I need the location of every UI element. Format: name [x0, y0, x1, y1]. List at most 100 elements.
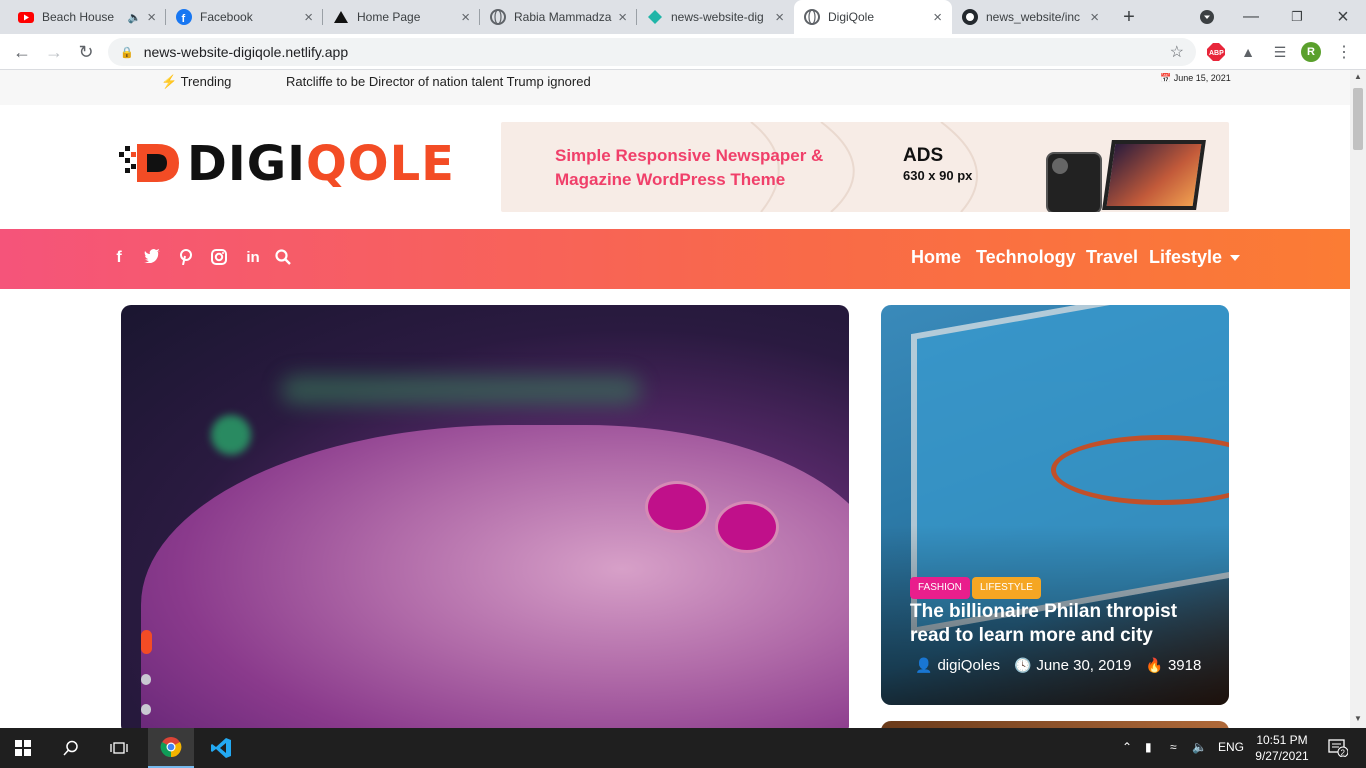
nav-technology[interactable]: Technology: [976, 247, 1076, 268]
tab-label: Beach House: [42, 10, 115, 24]
tab-search-icon[interactable]: [1196, 0, 1218, 34]
nav-home[interactable]: Home: [911, 247, 961, 268]
scroll-down-icon[interactable]: ▼: [1354, 714, 1362, 723]
slider-dot-active[interactable]: [141, 630, 152, 654]
category-badge-fashion[interactable]: Fashion: [910, 577, 970, 599]
bolt-icon: ⚡: [161, 74, 178, 89]
tab-rabia[interactable]: Rabia Mammadza ×: [480, 0, 637, 34]
scroll-up-icon[interactable]: ▲: [1354, 72, 1362, 81]
speaker-icon[interactable]: 🔈: [128, 11, 142, 24]
post-meta: 👤 digiQoles 🕓 June 30, 2019 🔥 3918: [915, 657, 1201, 674]
tab-label: Rabia Mammadza: [514, 10, 612, 24]
minimize-window-icon[interactable]: —: [1238, 0, 1264, 34]
extensions-puzzle-icon[interactable]: ▲: [1238, 42, 1258, 62]
windows-start-icon[interactable]: [0, 728, 46, 768]
tab-github[interactable]: news_website/inc ×: [952, 0, 1109, 34]
battery-icon[interactable]: ▮: [1145, 740, 1152, 754]
new-tab-button[interactable]: +: [1116, 0, 1142, 34]
vscode-taskbar-icon[interactable]: [198, 728, 244, 768]
web-page: ⚡ Trending Ratcliffe to be Director of n…: [0, 70, 1350, 728]
top-date: 📅 June 15, 2021: [1160, 73, 1231, 83]
scrollbar-thumb[interactable]: [1353, 88, 1363, 150]
tray-expand-icon[interactable]: ⌃: [1122, 740, 1132, 754]
media-playlist-icon[interactable]: ☰: [1270, 42, 1290, 62]
featured-post-card[interactable]: Fashion Lifestyle The billionaire Philan…: [881, 305, 1229, 705]
facebook-icon[interactable]: f: [108, 249, 130, 267]
reload-icon[interactable]: ↻: [74, 40, 98, 64]
chevron-down-icon: [1230, 255, 1241, 262]
volume-icon[interactable]: 🔈: [1192, 740, 1207, 754]
task-view-icon[interactable]: [96, 728, 142, 768]
next-post-card[interactable]: [881, 721, 1229, 728]
close-tab-icon[interactable]: ×: [147, 9, 156, 26]
page-scrollbar[interactable]: ▲ ▼: [1350, 70, 1366, 728]
tab-beach-house[interactable]: Beach House 🔈 ×: [8, 0, 166, 34]
netlify-icon: [647, 9, 663, 25]
back-icon[interactable]: ←: [10, 40, 34, 64]
facebook-icon: f: [176, 9, 192, 25]
tab-label: Home Page: [357, 10, 421, 24]
forward-icon[interactable]: →: [42, 40, 66, 64]
post-title[interactable]: The billionaire Philan thropist read to …: [910, 600, 1210, 648]
taskbar-search-icon[interactable]: [48, 728, 94, 768]
globe-icon: [804, 9, 820, 25]
user-icon: 👤: [915, 657, 933, 673]
pinterest-icon[interactable]: [175, 249, 197, 270]
adblock-icon[interactable]: ABP: [1206, 42, 1226, 62]
site-logo[interactable]: DIGIQOLE: [119, 136, 479, 192]
chrome-taskbar-icon[interactable]: [148, 728, 194, 768]
bookmark-star-icon[interactable]: ☆: [1170, 42, 1184, 62]
main-navbar: f in Home Technology Travel Lifestyle: [0, 229, 1350, 289]
sunglasses-lens: [715, 501, 779, 553]
post-views: 3918: [1167, 657, 1202, 674]
youtube-icon: [18, 9, 34, 25]
close-tab-icon[interactable]: ×: [304, 9, 313, 26]
ad-banner[interactable]: Simple Responsive Newspaper & Magazine W…: [501, 122, 1229, 212]
address-bar[interactable]: 🔒 news-website-digiqole.netlify.app ☆: [108, 38, 1196, 66]
slider-dot[interactable]: [141, 674, 151, 685]
category-badge-lifestyle[interactable]: Lifestyle: [972, 577, 1041, 599]
globe-icon: [490, 9, 506, 25]
profile-avatar[interactable]: R: [1301, 42, 1321, 62]
close-tab-icon[interactable]: ×: [933, 9, 942, 26]
twitter-icon[interactable]: [141, 249, 163, 268]
taskbar-clock[interactable]: 10:51 PM 9/27/2021: [1252, 732, 1312, 764]
instagram-icon[interactable]: [208, 249, 230, 270]
hero-slider[interactable]: [121, 305, 849, 728]
tab-label: DigiQole: [828, 10, 875, 24]
trending-label: ⚡ Trending: [161, 74, 232, 89]
wifi-icon[interactable]: ≈: [1170, 740, 1177, 754]
nav-travel[interactable]: Travel: [1086, 247, 1138, 268]
linkedin-icon[interactable]: in: [242, 249, 264, 266]
ad-size: 630 x 90 px: [903, 168, 973, 183]
trending-headline[interactable]: Ratcliffe to be Director of nation talen…: [286, 74, 591, 89]
tab-netlify[interactable]: news-website-dig ×: [637, 0, 794, 34]
browser-tab-strip: Beach House 🔈 × f Facebook × Home Page ×…: [0, 0, 1366, 34]
search-icon[interactable]: [272, 249, 294, 270]
close-tab-icon[interactable]: ×: [618, 9, 627, 26]
nav-lifestyle[interactable]: Lifestyle: [1149, 247, 1241, 268]
notification-center-icon[interactable]: 2: [1318, 728, 1358, 768]
fire-icon: 🔥: [1145, 657, 1163, 673]
svg-text:2: 2: [1341, 749, 1346, 758]
post-author[interactable]: digiQoles: [937, 657, 1000, 674]
close-tab-icon[interactable]: ×: [775, 9, 784, 26]
language-indicator[interactable]: ENG: [1218, 740, 1244, 754]
tab-label: Facebook: [200, 10, 253, 24]
tab-label: news-website-dig: [671, 10, 764, 24]
close-tab-icon[interactable]: ×: [461, 9, 470, 26]
lock-icon[interactable]: 🔒: [120, 46, 134, 59]
tab-home-page[interactable]: Home Page ×: [323, 0, 480, 34]
close-tab-icon[interactable]: ×: [1090, 9, 1099, 26]
laptop-image: [1102, 140, 1206, 210]
slider-dot[interactable]: [141, 704, 151, 715]
svg-text:f: f: [182, 13, 186, 25]
close-window-icon[interactable]: ×: [1330, 0, 1356, 34]
browser-menu-icon[interactable]: ⋮: [1334, 42, 1354, 62]
tab-facebook[interactable]: f Facebook ×: [166, 0, 323, 34]
bokeh-light: [211, 415, 251, 455]
tab-digiqole[interactable]: DigiQole ×: [794, 0, 952, 34]
restore-window-icon[interactable]: ❐: [1284, 0, 1310, 34]
svg-text:ABP: ABP: [1209, 50, 1224, 57]
post-date: June 30, 2019: [1036, 657, 1132, 674]
